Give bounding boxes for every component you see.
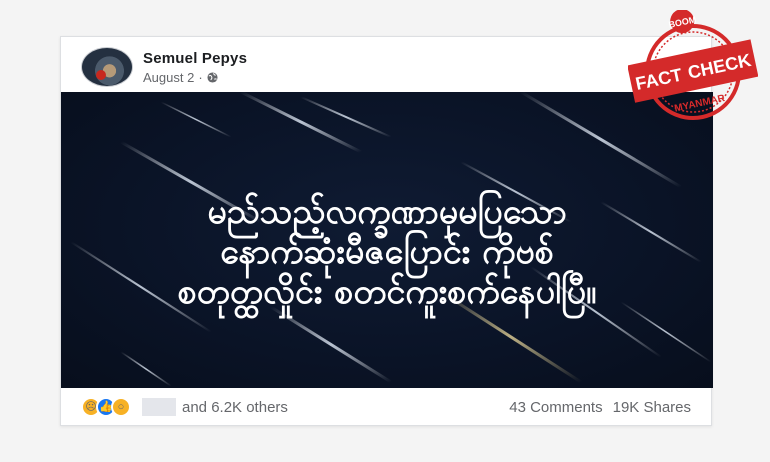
fact-check-stamp: BOOM FACT CHECK MYANMAR [628, 10, 758, 120]
author-block: Semuel Pepys August 2 · [143, 50, 247, 85]
post-footer: ☹ 👍 ○ and 6.2K others 43 Comments 19K Sh… [81, 396, 691, 418]
author-name[interactable]: Semuel Pepys [143, 50, 247, 67]
post-text-line-1: မည်သည့်လက္ခဏာမှမပြသော [207, 192, 567, 232]
post-text-line-3: စတုတ္ထလှိုင်း စတင်ကူးစက်နေပါပြီ။ [177, 272, 597, 312]
shares-count[interactable]: 19K Shares [613, 399, 691, 416]
blurred-name [142, 398, 176, 416]
globe-icon [207, 71, 218, 83]
date-separator: · [198, 69, 203, 85]
wow-face-icon[interactable]: ○ [111, 397, 131, 417]
post-date[interactable]: August 2 [143, 70, 194, 85]
reaction-icons[interactable]: ☹ 👍 ○ [81, 397, 131, 417]
post-meta: August 2 · [143, 70, 247, 85]
facebook-post-card: Semuel Pepys August 2 · မည်သည့်လက္ခဏာမှမ… [60, 36, 713, 426]
post-image-text: မည်သည့်လက္ခဏာမှမပြသော နောက်ဆုံးမီဇပြောင်… [61, 192, 713, 312]
avatar[interactable] [81, 47, 133, 87]
post-image[interactable]: မည်သည့်လက္ခဏာမှမပြသော နောက်ဆုံးမီဇပြောင်… [61, 92, 713, 388]
reaction-others-text[interactable]: and 6.2K others [182, 399, 288, 416]
comments-count[interactable]: 43 Comments [509, 399, 602, 416]
post-header: Semuel Pepys August 2 · [81, 47, 247, 87]
post-text-line-2: နောက်ဆုံးမီဇပြောင်း ကိုဗစ် [220, 232, 554, 272]
